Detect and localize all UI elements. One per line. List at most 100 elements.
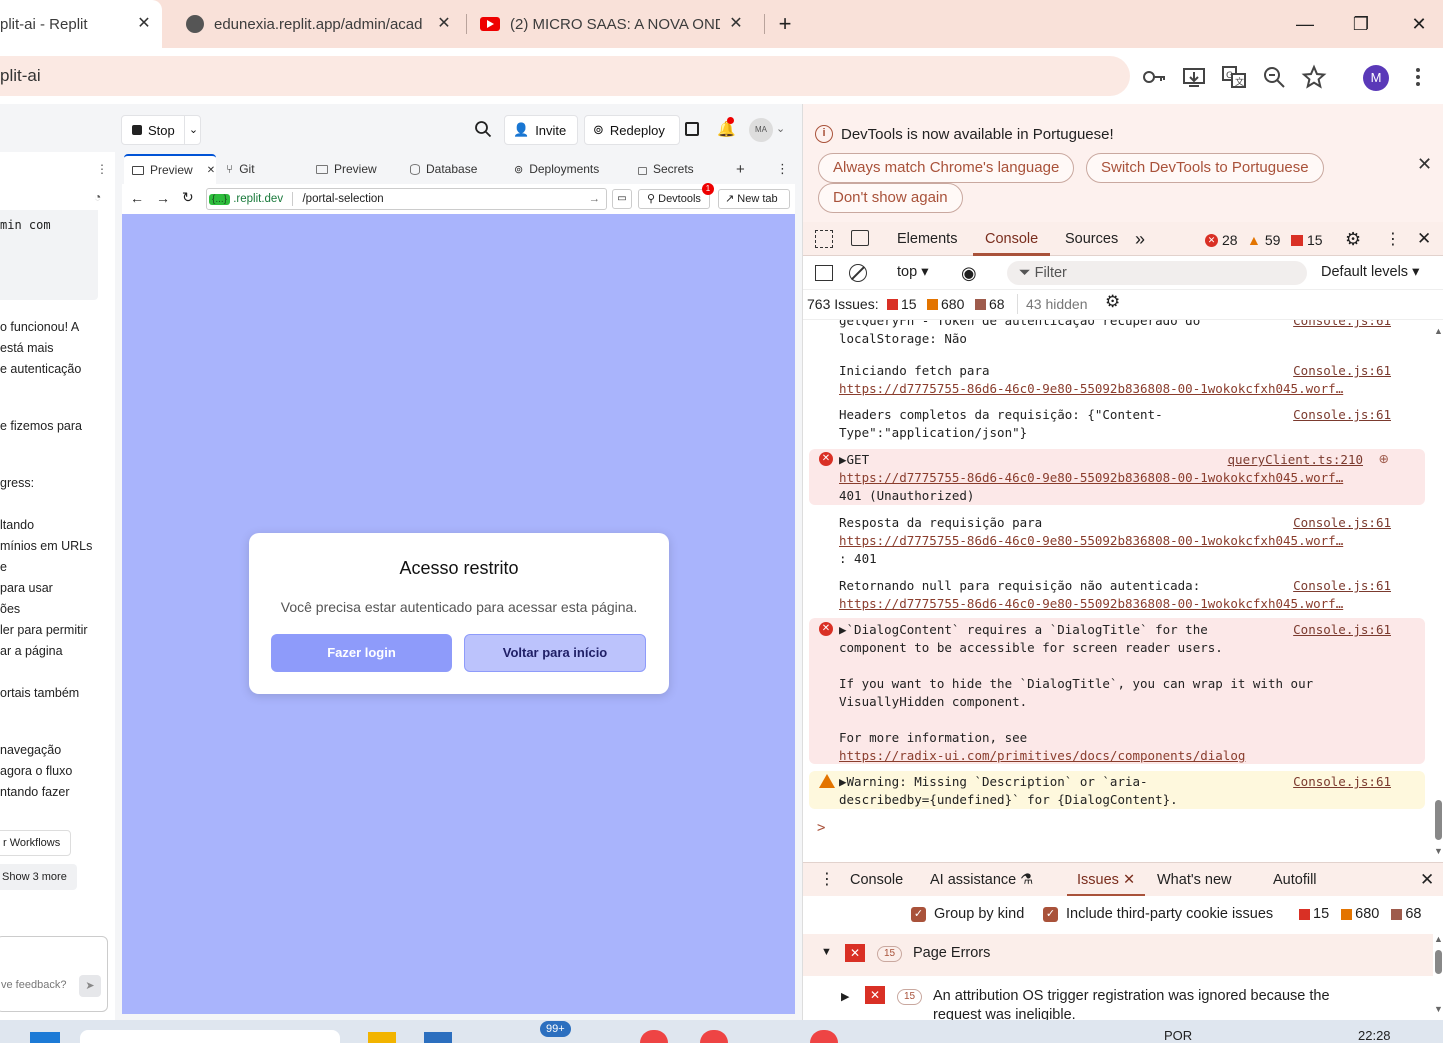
send-icon[interactable]: ➤ <box>79 975 101 997</box>
zoom-icon[interactable] <box>1261 64 1287 90</box>
source-link[interactable]: Console.js:61 <box>1293 406 1391 424</box>
close-icon[interactable]: ✕ <box>134 14 154 34</box>
tab-sources[interactable]: Sources <box>1065 222 1118 256</box>
windows-start-icon[interactable] <box>30 1032 60 1043</box>
source-link[interactable]: queryClient.ts:210 <box>1228 451 1363 469</box>
drawer-tab-ai-assistance[interactable]: AI assistance ⚗ <box>930 863 1033 897</box>
redeploy-button[interactable]: ⊚ Redeploy <box>584 115 680 145</box>
source-link[interactable]: Console.js:61 <box>1293 362 1391 380</box>
preview-url-input[interactable]: {...} .replit.dev /portal-selection → <box>206 188 607 210</box>
tab-elements[interactable]: Elements <box>897 222 957 256</box>
warning-counter[interactable]: ▲ 59 <box>1247 232 1280 248</box>
filter-input[interactable]: ⏷ Filter <box>1007 261 1307 285</box>
tab-preview-active[interactable]: Preview ✕ <box>124 154 216 184</box>
chevron-down-icon[interactable]: ⌄ <box>776 122 785 135</box>
third-party-checkbox[interactable]: ✓ Include third-party cookie issues <box>1043 906 1273 922</box>
chrome-icon[interactable] <box>640 1030 668 1043</box>
more-icon[interactable]: ⋮ <box>96 162 108 176</box>
layout-icon[interactable] <box>685 122 699 136</box>
more-icon[interactable]: ⋮ <box>776 154 789 184</box>
minimize-button[interactable]: — <box>1290 10 1320 38</box>
omnibox[interactable]: plit-ai <box>0 56 1130 96</box>
url-link[interactable]: https://d7775755-86d6-46c0-9e80-55092b83… <box>839 532 1393 550</box>
url-link[interactable]: https://d7775755-86d6-46c0-9e80-55092b83… <box>839 595 1393 613</box>
eye-icon[interactable]: ◉ <box>961 264 977 282</box>
taskbar-search[interactable] <box>80 1030 340 1043</box>
app-icon[interactable] <box>424 1032 452 1043</box>
tab-preview[interactable]: Preview <box>316 154 377 184</box>
match-language-button[interactable]: Always match Chrome's language <box>818 153 1075 183</box>
restore-button[interactable]: ❐ <box>1346 10 1376 38</box>
issues-summary-bar[interactable]: 763 Issues: 15 680 68 43 hidden ⚙ <box>803 290 1443 320</box>
network-icon[interactable]: ⊕ <box>1379 450 1389 468</box>
new-tab-button[interactable]: + <box>770 10 800 38</box>
profile-avatar[interactable]: M <box>1363 65 1389 91</box>
key-icon[interactable] <box>1141 64 1167 90</box>
tab-console[interactable]: Console <box>973 222 1051 256</box>
clear-console-icon[interactable] <box>849 264 867 282</box>
forward-icon[interactable]: → <box>156 190 170 206</box>
console-warning[interactable]: ▶Warning: Missing `Description` or `aria… <box>809 771 1425 809</box>
chat-input[interactable]: ve feedback? ➤ <box>0 936 108 1012</box>
chrome-icon[interactable] <box>810 1030 838 1043</box>
close-icon[interactable]: ✕ <box>726 14 746 34</box>
reload-icon[interactable]: ↻ <box>182 189 194 206</box>
close-icon[interactable]: ✕ <box>1420 863 1434 897</box>
inspect-icon[interactable] <box>815 230 833 248</box>
dont-show-again-button[interactable]: Don't show again <box>818 183 963 213</box>
settings-gear-icon[interactable]: ⚙ <box>1345 229 1361 250</box>
invite-button[interactable]: 👤 Invite <box>504 115 578 145</box>
close-icon[interactable]: ✕ <box>434 14 454 34</box>
sidebar-icon[interactable] <box>815 265 833 281</box>
new-tab-button[interactable]: ↗ New tab <box>718 189 790 209</box>
show-more-button[interactable]: Show 3 more <box>0 864 77 890</box>
close-window-button[interactable]: ✕ <box>1404 10 1434 38</box>
stop-button[interactable]: Stop ⌄ <box>121 115 201 145</box>
language-indicator[interactable]: POR <box>1164 1028 1192 1043</box>
tab-database[interactable]: Database <box>410 154 477 184</box>
chevron-down-icon[interactable]: ⌄ <box>184 116 202 144</box>
console-scrollbar[interactable]: ▲ ▼ <box>1433 320 1443 860</box>
back-icon[interactable]: ← <box>130 190 144 206</box>
add-tab-icon[interactable]: + <box>736 154 745 184</box>
context-selector[interactable]: top ▾ <box>897 264 928 280</box>
install-app-icon[interactable] <box>1181 64 1207 90</box>
collapse-icon[interactable]: ▼ <box>821 946 832 958</box>
clock[interactable]: 22:28 <box>1358 1028 1391 1043</box>
close-icon[interactable]: ✕ <box>207 165 215 176</box>
close-icon[interactable]: ✕ <box>1417 154 1432 175</box>
devtools-button[interactable]: ⚲ Devtools 1 <box>638 183 714 209</box>
issue-item[interactable]: ▶ ✕ 15 An attribution OS trigger registr… <box>803 980 1433 1020</box>
group-by-kind-checkbox[interactable]: ✓ Group by kind <box>911 906 1024 922</box>
bookmark-star-icon[interactable] <box>1301 64 1327 90</box>
log-levels-selector[interactable]: Default levels ▾ <box>1321 264 1419 280</box>
source-link[interactable]: Console.js:61 <box>1293 514 1391 532</box>
more-icon[interactable]: ⋮ <box>819 863 835 897</box>
source-link[interactable]: Console.js:61 <box>1293 320 1391 330</box>
page-errors-group[interactable]: ▼ ✕ 15 Page Errors <box>803 934 1433 976</box>
source-link[interactable]: Console.js:61 <box>1293 621 1391 639</box>
url-link[interactable]: https://d7775755-86d6-46c0-9e80-55092b83… <box>839 380 1393 398</box>
tab-git[interactable]: ⑂ Git <box>226 154 255 184</box>
drawer-tab-whats-new[interactable]: What's new <box>1157 863 1232 897</box>
workflows-button[interactable]: r Workflows <box>0 830 71 856</box>
error-counter[interactable]: ✕ 28 <box>1205 232 1238 248</box>
close-icon[interactable]: ✕ <box>1417 229 1431 249</box>
avatar[interactable]: MA <box>749 118 773 142</box>
console-error[interactable]: ✕ ▶`DialogContent` requires a `DialogTit… <box>809 618 1425 764</box>
drawer-tab-autofill[interactable]: Autofill <box>1273 863 1317 897</box>
source-link[interactable]: Console.js:61 <box>1293 773 1391 791</box>
more-icon[interactable]: ⋮ <box>1385 229 1401 249</box>
source-link[interactable]: Console.js:61 <box>1293 577 1391 595</box>
browser-tab-replit[interactable]: plit-ai - Replit ✕ <box>0 0 162 48</box>
drawer-scrollbar[interactable]: ▲ ▼ <box>1433 934 1443 1020</box>
url-link[interactable]: https://d7775755-86d6-46c0-9e80-55092b83… <box>839 469 1393 487</box>
browser-tab-edunexia[interactable]: edunexia.replit.app/admin/acad ✕ <box>172 0 462 48</box>
expand-icon[interactable]: ▶ <box>841 990 849 1003</box>
folder-icon[interactable] <box>368 1032 396 1043</box>
search-icon[interactable] <box>474 120 492 138</box>
tab-secrets[interactable]: Secrets <box>638 154 694 184</box>
screen-icon[interactable]: ▭ <box>612 189 632 209</box>
tab-deployments[interactable]: ⊚ Deployments <box>514 154 599 184</box>
translate-icon[interactable]: G文 <box>1221 64 1247 90</box>
